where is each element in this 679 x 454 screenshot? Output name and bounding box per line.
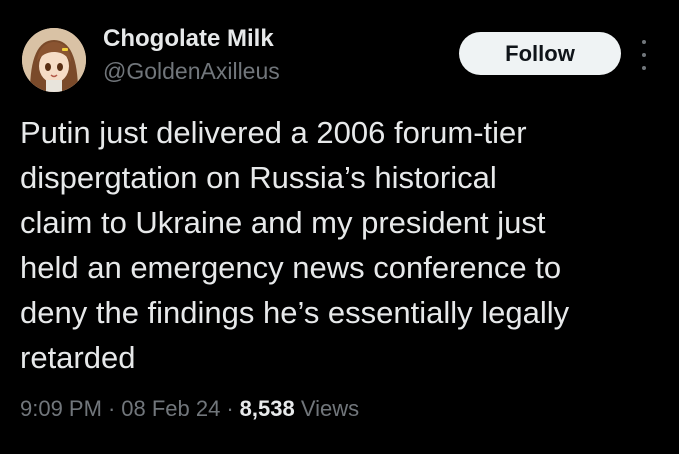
tweet-text: Putin just delivered a 2006 forum-tier d… (20, 110, 660, 380)
tweet-text-line: Putin just delivered a 2006 forum-tier (20, 115, 527, 150)
avatar-image (22, 28, 86, 92)
tweet-text-line: dispergtation on Russia’s historical (20, 160, 497, 195)
more-dot (642, 53, 646, 57)
tweet-date[interactable]: 08 Feb 24 (121, 396, 220, 421)
views-label: Views (300, 396, 360, 421)
tweet-text-line: retarded (20, 340, 136, 375)
views-count[interactable]: 8,538 (240, 396, 295, 421)
tweet-meta: 9:09 PM · 08 Feb 24 · 8,538 Views (20, 396, 359, 422)
more-options-icon[interactable] (636, 40, 652, 70)
meta-separator: · (226, 396, 234, 421)
tweet-text-line: claim to Ukraine and my president just (20, 205, 546, 240)
tweet-text-line: held an emergency news conference to (20, 250, 562, 285)
follow-button[interactable]: Follow (459, 32, 621, 75)
user-handle[interactable]: @GoldenAxilleus (103, 58, 280, 85)
tweet-card: Chogolate Milk @GoldenAxilleus Follow Pu… (0, 0, 679, 454)
display-name[interactable]: Chogolate Milk (103, 25, 274, 53)
tweet-text-line: deny the findings he’s essentially legal… (20, 295, 570, 330)
meta-separator: · (107, 396, 116, 421)
avatar[interactable] (22, 28, 86, 92)
tweet-time[interactable]: 9:09 PM (20, 396, 102, 421)
more-dot (642, 40, 646, 44)
more-dot (642, 66, 646, 70)
